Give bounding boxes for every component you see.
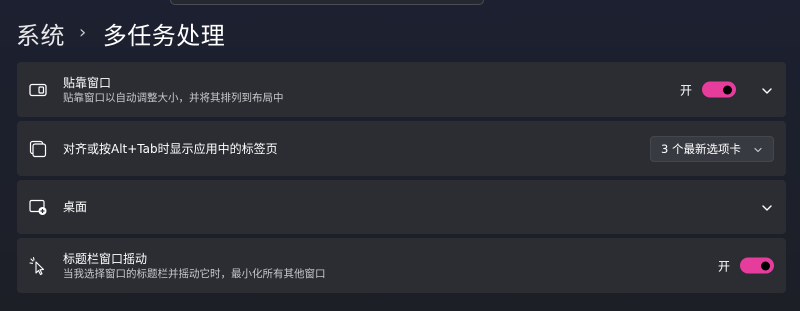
dropdown-value: 3 个最新选项卡 [661, 141, 741, 156]
toggle-knob [761, 261, 770, 270]
setting-title: 桌面 [63, 200, 88, 214]
page-title: 多任务处理 [102, 21, 226, 50]
toggle-knob [723, 85, 732, 94]
title-bar-shake-toggle[interactable] [740, 257, 774, 274]
snap-toggle-group: 开 [680, 81, 736, 98]
breadcrumb-system-link[interactable]: 系统 [16, 16, 65, 51]
tabs-count-dropdown[interactable]: 3 个最新选项卡 [650, 135, 774, 162]
setting-title: 贴靠窗口 [63, 75, 112, 90]
desktop-add-icon [28, 197, 48, 217]
setting-title: 对齐或按Alt+Tab时显示应用中的标签页 [63, 141, 278, 156]
chevron-down-icon[interactable] [760, 83, 774, 97]
setting-description: 贴靠窗口以自动调整大小，并将其排列到布局中 [63, 91, 284, 104]
setting-desktops[interactable]: 桌面 [17, 180, 786, 234]
setting-title-bar-shake: 标题栏窗口摇动 当我选择窗口的标题栏并摇动它时，最小化所有其他窗口 开 [17, 238, 786, 293]
setting-title: 标题栏窗口摇动 [63, 251, 148, 266]
toggle-state-label: 开 [679, 83, 692, 97]
shake-cursor-icon [28, 256, 48, 276]
stacked-windows-icon [28, 139, 48, 159]
chevron-down-icon[interactable] [760, 200, 774, 214]
setting-description: 当我选择窗口的标题栏并摇动它时，最小化所有其他窗口 [63, 267, 326, 280]
search-box-edge[interactable] [170, 0, 484, 5]
snap-window-icon [28, 80, 48, 100]
toggle-state-label: 开 [717, 259, 730, 273]
breadcrumb: 系统 › 多任务处理 [16, 16, 225, 50]
breadcrumb-separator: › [79, 21, 87, 43]
setting-alt-tab-tabs: 对齐或按Alt+Tab时显示应用中的标签页 3 个最新选项卡 [17, 121, 786, 176]
snap-windows-toggle[interactable] [702, 81, 736, 98]
setting-snap-windows[interactable]: 贴靠窗口 贴靠窗口以自动调整大小，并将其排列到布局中 开 [17, 62, 786, 117]
chevron-down-icon [753, 144, 763, 154]
shake-toggle-group: 开 [718, 257, 774, 274]
